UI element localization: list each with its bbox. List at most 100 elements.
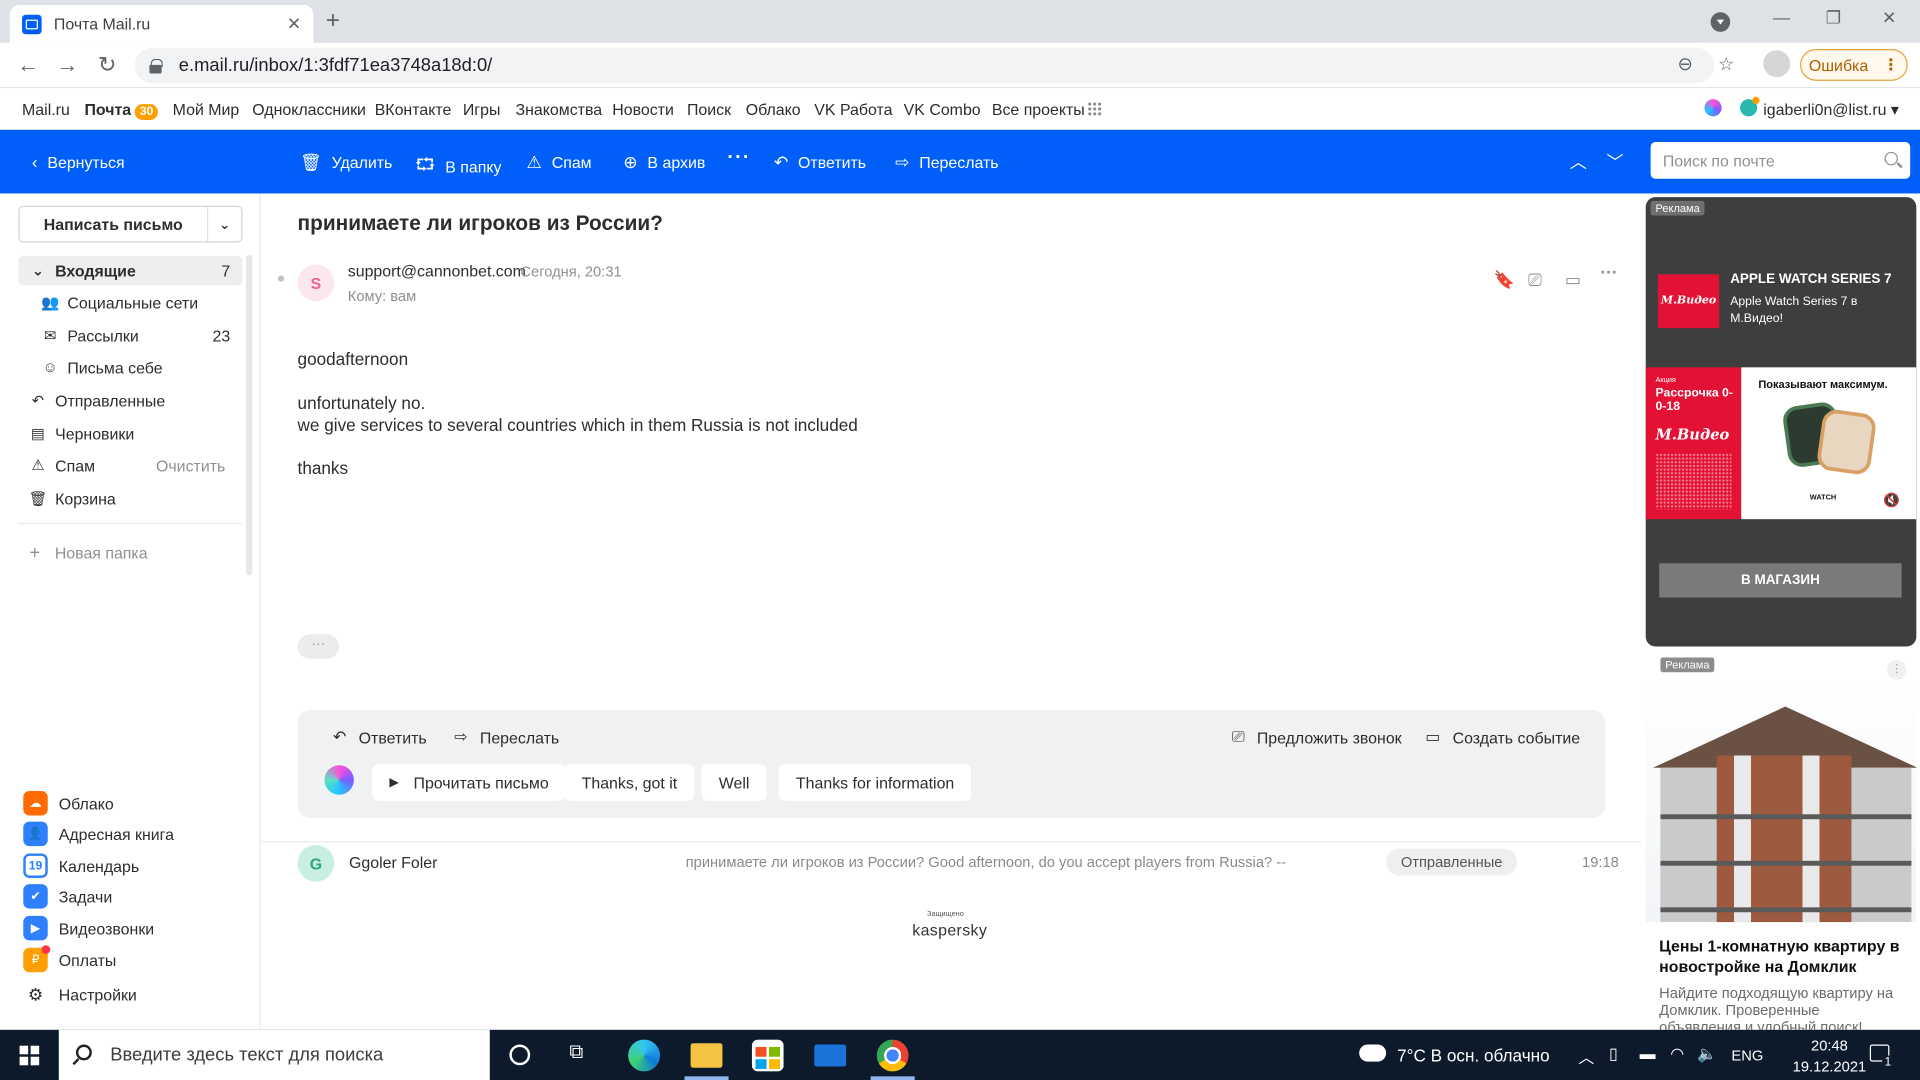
portal-link-cloud[interactable]: Облако	[746, 100, 801, 118]
folder-drafts[interactable]: ▤ Черновики	[18, 419, 242, 448]
portal-link-vk-combo[interactable]: VK Combo	[904, 100, 981, 118]
compose-button[interactable]: Написать письмо ⌄	[18, 205, 243, 243]
address-bar[interactable]: e.mail.ru/inbox/1:3fdf71ea3748a18d:0/	[134, 47, 1715, 84]
forward-button[interactable]: ⇨ Переслать	[895, 152, 999, 173]
search-icon[interactable]	[1884, 151, 1898, 166]
sidebar-scrollbar[interactable]	[246, 254, 253, 576]
app-link-cloud[interactable]: ☁ Облако	[23, 791, 114, 816]
edge-icon[interactable]	[628, 1039, 661, 1072]
folder-inbox[interactable]: ⌄ Входящие 7	[18, 255, 243, 286]
windows-start-icon[interactable]	[19, 1045, 40, 1066]
new-tab-button[interactable]: +	[326, 7, 340, 35]
chevron-up-icon[interactable]: ︿	[1578, 1044, 1594, 1067]
portal-link-mail[interactable]: Почта 30	[84, 100, 159, 121]
maximize-button[interactable]: ❐	[1826, 7, 1841, 28]
error-button[interactable]: Ошибка ⋮	[1800, 48, 1908, 81]
sender-avatar[interactable]: S	[297, 264, 335, 302]
app-link-video-calls[interactable]: ▶ Видеозвонки	[23, 915, 154, 941]
thread-folder-badge[interactable]: Отправленные	[1386, 848, 1518, 876]
thread-snippet[interactable]: принимаете ли игроков из России? Good af…	[686, 853, 1286, 870]
calendar-event-icon[interactable]: ▭	[1565, 269, 1581, 290]
chevron-down-icon[interactable]: ﹀	[1607, 149, 1624, 173]
ad-shop-button[interactable]: В МАГАЗИН	[1659, 563, 1902, 598]
user-avatar-icon[interactable]	[1740, 96, 1760, 117]
reload-icon[interactable]: ↻	[98, 53, 116, 79]
portal-link-vk-work[interactable]: VK Работа	[814, 100, 892, 118]
weather-text[interactable]: 7°C В осн. облачно	[1397, 1046, 1550, 1066]
folder-social[interactable]: 👥 Социальные сети	[18, 288, 242, 317]
move-to-folder-button[interactable]: ⮔ В папку	[415, 152, 501, 181]
browser-tab[interactable]: Почта Mail.ru ✕	[9, 4, 314, 43]
portal-link-games[interactable]: Игры	[463, 100, 501, 118]
battery-icon[interactable]: ▬	[1640, 1044, 1656, 1062]
mail-search-input[interactable]: Поиск по почте	[1650, 142, 1911, 179]
thread-avatar[interactable]: G	[297, 844, 335, 882]
minimize-button[interactable]: —	[1773, 7, 1790, 27]
mail-app-icon[interactable]	[814, 1044, 847, 1067]
kaspersky-logo[interactable]: kaspersky	[912, 921, 987, 939]
bookmark-icon[interactable]: 🔖	[1494, 269, 1515, 290]
chrome-icon[interactable]	[876, 1039, 909, 1072]
microsoft-store-icon[interactable]	[751, 1039, 784, 1072]
quick-reply-chip[interactable]: Thanks, got it	[564, 764, 695, 801]
taskbar-search-input[interactable]: Введите здесь текст для поиска	[58, 1029, 490, 1080]
bookmark-star-icon[interactable]: ☆	[1718, 53, 1734, 75]
portal-link-vk[interactable]: ВКонтакте	[375, 100, 452, 118]
forward-arrow-icon[interactable]: →	[56, 53, 78, 79]
quick-reply-chip[interactable]: Thanks for information	[778, 764, 972, 801]
portal-link-mailru[interactable]: Mail.ru	[22, 100, 70, 118]
recipients-line[interactable]: Кому: вам	[348, 288, 416, 305]
more-options-icon[interactable]: ···	[1600, 262, 1617, 282]
assistant-icon[interactable]	[324, 765, 354, 795]
tab-search-icon[interactable]	[1710, 12, 1731, 32]
folder-spam[interactable]: ⚠ Спам Очистить	[18, 451, 242, 480]
clear-spam-button[interactable]: Очистить	[156, 456, 225, 474]
reply-button[interactable]: ↶ Ответить	[774, 152, 866, 173]
wifi-icon[interactable]: ◠	[1670, 1044, 1684, 1064]
close-tab-icon[interactable]: ✕	[287, 13, 301, 34]
mute-icon[interactable]: 🔇	[1883, 492, 1900, 508]
create-event-button[interactable]: ▭ Создать событие	[1425, 727, 1580, 747]
app-link-address-book[interactable]: 👤 Адресная книга	[23, 821, 174, 847]
sender-address[interactable]: support@cannonbet.com	[348, 262, 526, 280]
new-folder-button[interactable]: + Новая папка	[29, 542, 147, 563]
spam-button[interactable]: ⚠ Спам	[527, 152, 592, 173]
portal-link-all-projects[interactable]: Все проекты	[992, 100, 1085, 118]
thread-sender[interactable]: Ggoler Foler	[349, 853, 437, 871]
language-indicator[interactable]: ENG	[1731, 1047, 1763, 1064]
ad-title[interactable]: Цены 1-комнатную квартиру в новостройке …	[1659, 936, 1910, 978]
app-link-calendar[interactable]: 19 Календарь	[23, 853, 139, 878]
more-actions-button[interactable]: ···	[727, 147, 750, 169]
folder-sent[interactable]: ↶ Отправленные	[18, 386, 242, 415]
quick-reply-chip[interactable]: Well	[701, 764, 767, 801]
portal-link-ok[interactable]: Одноклассники	[252, 100, 366, 118]
cortana-icon[interactable]	[509, 1044, 531, 1066]
assistant-icon[interactable]	[1704, 99, 1722, 117]
video-call-icon[interactable]: ⎚	[1528, 269, 1542, 290]
portal-link-dating[interactable]: Знакомства	[516, 100, 603, 118]
device-icon[interactable]: ▯	[1609, 1044, 1618, 1064]
ad-banner-domclick[interactable]: Реклама ⋮ Цены 1-комнатную квартиру в но…	[1645, 655, 1917, 1030]
chevron-up-icon[interactable]: ︿	[1570, 149, 1587, 173]
folder-trash[interactable]: 🗑 Корзина	[18, 484, 242, 513]
apps-grid-icon[interactable]	[1087, 101, 1103, 117]
delete-button[interactable]: 🗑 Удалить	[300, 152, 392, 173]
reply-button[interactable]: ↶ Ответить	[333, 727, 427, 747]
portal-link-news[interactable]: Новости	[612, 100, 674, 118]
read-status-dot[interactable]	[277, 275, 285, 282]
app-link-payments[interactable]: ₽ Оплаты	[23, 945, 116, 973]
forward-button[interactable]: ⇨ Переслать	[454, 727, 559, 747]
ad-options-icon[interactable]: ⋮	[1886, 660, 1907, 680]
file-explorer-icon[interactable]	[690, 1043, 723, 1068]
folder-newsletters[interactable]: ✉ Рассылки 23	[18, 321, 242, 350]
task-view-icon[interactable]: ⧉	[569, 1042, 583, 1064]
app-link-settings[interactable]: ⚙ Настройки	[23, 982, 137, 1006]
portal-link-search[interactable]: Поиск	[687, 100, 731, 118]
weather-cloud-icon[interactable]	[1356, 1037, 1387, 1062]
propose-call-button[interactable]: ⎚ Предложить звонок	[1232, 727, 1402, 747]
back-arrow-icon[interactable]: ←	[17, 53, 39, 79]
kebab-menu-icon[interactable]: ⋮	[1883, 55, 1899, 75]
ad-banner-mvideo[interactable]: Реклама М.Видео APPLE WATCH SERIES 7 App…	[1645, 197, 1917, 647]
read-aloud-button[interactable]: ▶ Прочитать письмо	[372, 764, 566, 801]
zoom-icon[interactable]: ⊖	[1678, 53, 1693, 75]
